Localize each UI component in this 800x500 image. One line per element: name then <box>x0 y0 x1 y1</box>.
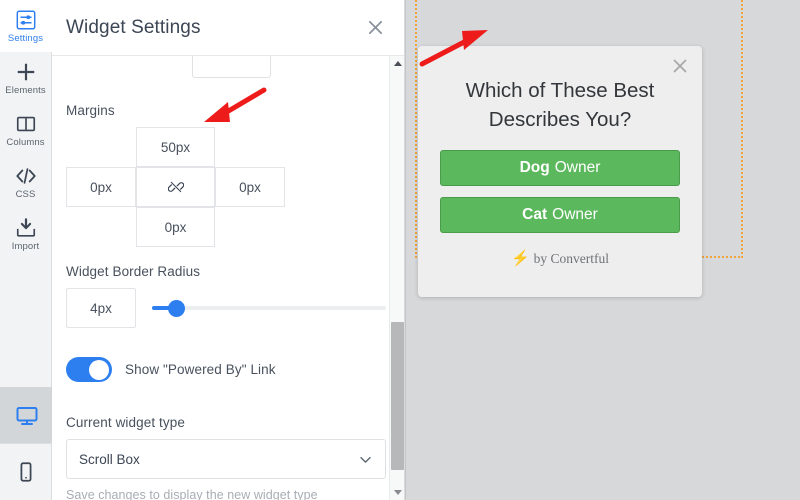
sidebar-item-label: CSS <box>15 188 36 200</box>
widget-type-value: Scroll Box <box>79 451 140 467</box>
close-panel-button[interactable] <box>362 15 388 41</box>
choice-bold-text: Dog <box>519 159 550 176</box>
widget-settings-panel: Widget Settings Margins 50px 0px 0px 0px… <box>52 0 405 500</box>
widget-headline: Which of These Best Describes You? <box>465 79 655 131</box>
columns-icon <box>15 113 37 135</box>
margin-right-input[interactable]: 0px <box>215 167 285 207</box>
margin-link-toggle-button[interactable] <box>136 167 215 207</box>
powered-by-toggle-row: Show "Powered By" Link <box>66 357 386 382</box>
choice-button-cat-owner[interactable]: Cat Owner <box>440 197 680 233</box>
desktop-monitor-icon <box>15 404 37 426</box>
choice-rest-text: Owner <box>554 159 601 176</box>
sidebar-item-settings[interactable]: Settings <box>0 0 52 52</box>
border-radius-label: Widget Border Radius <box>66 264 201 279</box>
device-toggle-desktop[interactable] <box>0 387 52 443</box>
margin-left-input[interactable]: 0px <box>66 167 136 207</box>
powered-by-label: Show "Powered By" Link <box>125 362 276 377</box>
slider-track <box>152 306 386 310</box>
margin-top-input[interactable]: 50px <box>136 127 215 167</box>
widget-editor-screen: Settings Elements Columns CSS Import Wid… <box>0 0 800 500</box>
choice-bold-text: Cat <box>522 206 548 223</box>
slider-thumb[interactable] <box>168 300 186 317</box>
sidebar-item-label: Columns <box>6 136 45 148</box>
powered-by-footer[interactable]: ⚡ by Convertful <box>418 244 702 267</box>
sidebar-item-label: Settings <box>7 32 44 44</box>
mobile-phone-icon <box>15 461 37 483</box>
panel-header: Widget Settings <box>52 0 404 56</box>
page-title: Widget Settings <box>66 16 201 38</box>
powered-by-text: by Convertful <box>533 251 610 266</box>
scroll-up-arrow-icon[interactable] <box>390 56 405 71</box>
choice-button-dog-owner[interactable]: Dog Owner <box>440 150 680 186</box>
close-x-icon <box>368 20 382 35</box>
lightning-bolt-icon: ⚡ <box>510 250 530 267</box>
previous-field-input-clipped[interactable] <box>192 56 271 78</box>
sidebar-item-elements[interactable]: Elements <box>0 52 52 104</box>
chevron-down-icon <box>358 452 373 467</box>
border-radius-field: Widget Border Radius 4px <box>66 264 386 328</box>
sidebar-item-label: Import <box>11 240 40 252</box>
panel-scroll-content: Margins 50px 0px 0px 0px Widget Border R… <box>52 56 404 500</box>
close-x-icon <box>673 59 687 73</box>
sidebar-item-css[interactable]: CSS <box>0 156 52 208</box>
border-radius-slider[interactable] <box>152 298 386 318</box>
plus-icon <box>15 61 37 83</box>
widget-close-button[interactable] <box>670 56 690 76</box>
widget-type-field: Current widget type Scroll Box Save chan… <box>66 415 386 500</box>
margins-field: Margins 50px 0px 0px 0px <box>66 103 386 247</box>
code-icon <box>15 165 37 187</box>
import-download-icon <box>15 217 37 239</box>
widget-type-hint: Save changes to display the new widget t… <box>66 488 318 500</box>
border-radius-control: 4px <box>66 288 386 328</box>
broken-link-icon <box>167 181 184 193</box>
margin-bottom-input[interactable]: 0px <box>136 207 215 247</box>
show-powered-by-toggle[interactable] <box>66 357 112 382</box>
sidebar-item-import[interactable]: Import <box>0 208 52 260</box>
border-radius-input[interactable]: 4px <box>66 288 136 328</box>
preview-widget[interactable]: Which of These Best Describes You? Dog O… <box>418 46 702 297</box>
device-toggle-mobile[interactable] <box>0 444 52 500</box>
margins-label: Margins <box>66 103 115 118</box>
toggle-knob <box>89 359 109 380</box>
choice-rest-text: Owner <box>552 206 598 223</box>
scrollbar-thumb[interactable] <box>391 322 404 470</box>
panel-scrollbar[interactable] <box>389 56 404 500</box>
widget-choice-buttons: Dog Owner Cat Owner <box>418 134 702 233</box>
margins-control: 50px 0px 0px 0px <box>66 127 366 247</box>
widget-type-select[interactable]: Scroll Box <box>66 439 386 479</box>
sidebar-item-label: Elements <box>5 84 46 96</box>
left-icon-rail: Settings Elements Columns CSS Import <box>0 0 52 500</box>
sliders-icon <box>15 9 37 31</box>
sidebar-item-columns[interactable]: Columns <box>0 104 52 156</box>
scroll-down-arrow-icon[interactable] <box>390 485 405 500</box>
widget-preview-canvas: Which of These Best Describes You? Dog O… <box>405 0 800 500</box>
widget-type-label: Current widget type <box>66 415 185 430</box>
